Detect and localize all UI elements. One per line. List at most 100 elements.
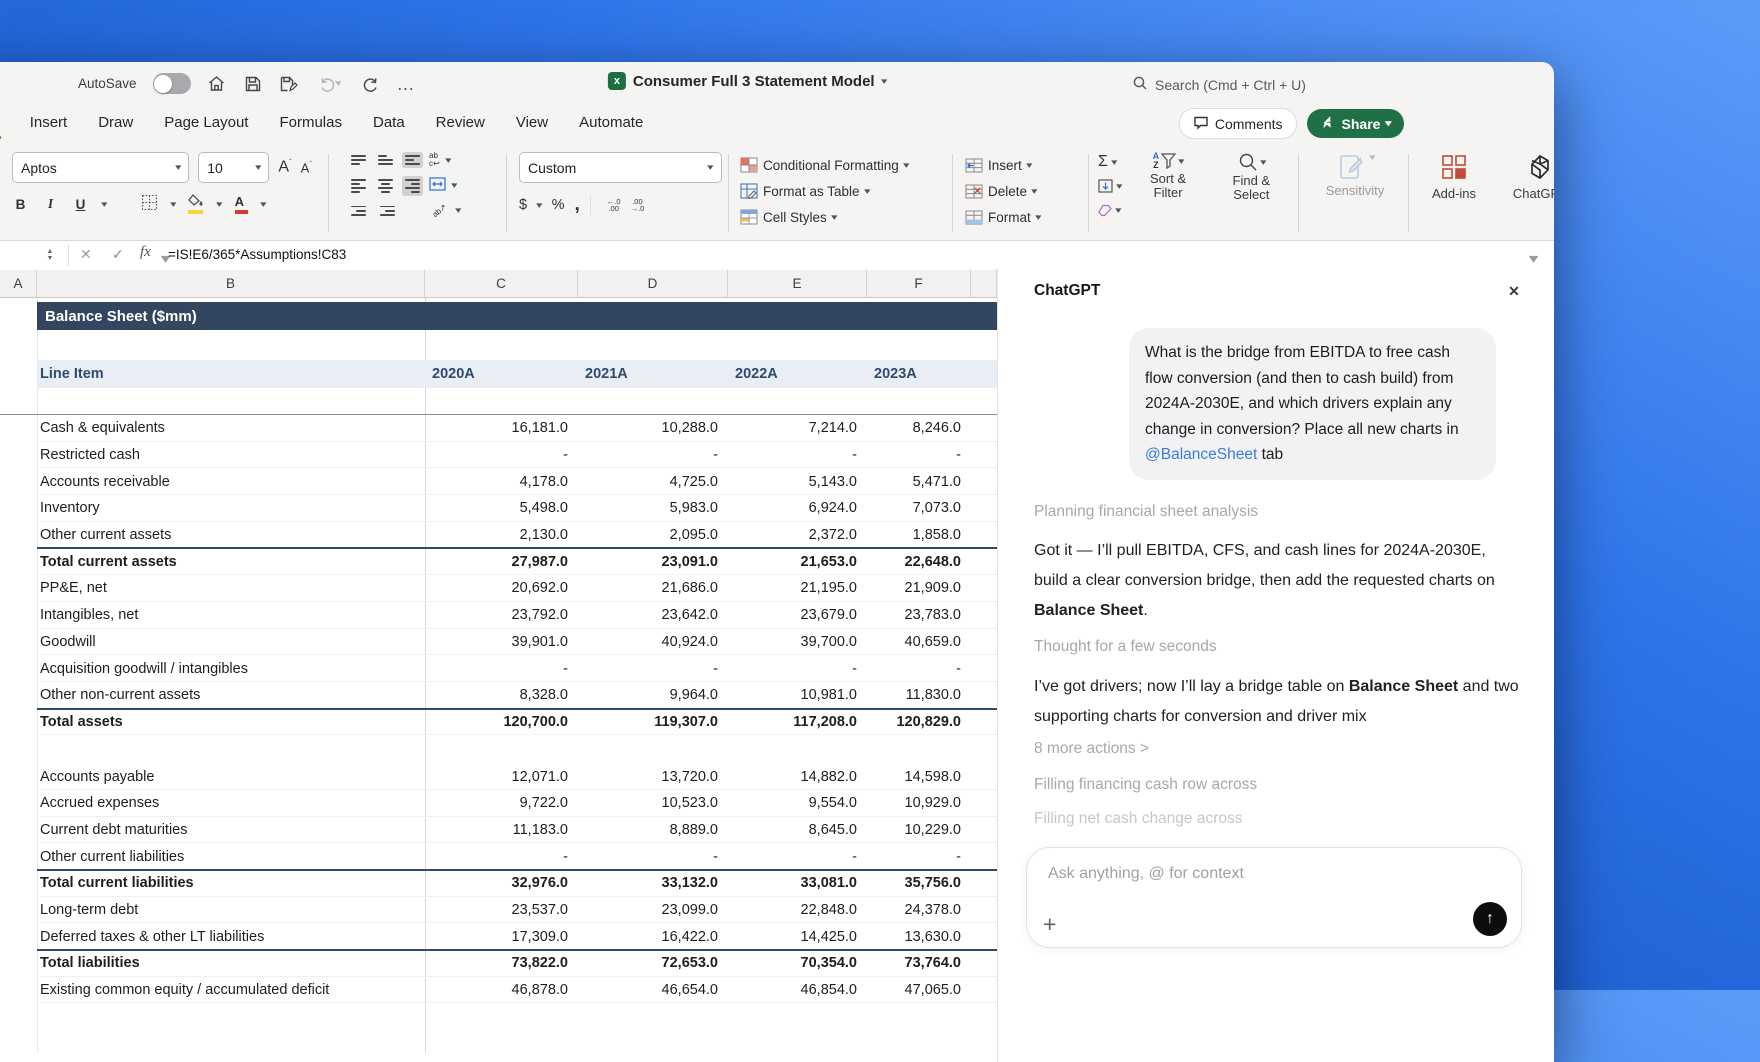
cell-2023A[interactable]: 22,648.0 (867, 554, 971, 570)
table-row[interactable] (0, 749, 997, 763)
cell-2021A[interactable]: 33,132.0 (578, 875, 728, 891)
find-select-button[interactable]: ▾ Find & Select (1215, 152, 1288, 220)
format-as-table-button[interactable]: Format as Table ▾ (740, 178, 950, 204)
send-button[interactable]: ↑ (1473, 902, 1507, 936)
title-chevron-down-icon[interactable]: ▾ (881, 76, 887, 87)
spreadsheet-grid[interactable]: A B C D E F Balance Sheet ($mm) Line Ite… (0, 268, 997, 1052)
cell-2022A[interactable]: 39,700.0 (728, 634, 867, 650)
table-row[interactable]: Existing common equity / accumulated def… (0, 977, 997, 1004)
formula-bar-expand-icon[interactable]: ▾ (1529, 250, 1539, 267)
cell-2020A[interactable]: 23,537.0 (425, 902, 578, 918)
ribbon-tab[interactable]: Page Layout (164, 114, 248, 139)
table-row[interactable]: Deferred taxes & other LT liabilities 17… (0, 923, 997, 950)
grow-font-icon[interactable]: Aˆ (278, 158, 291, 176)
cell-2021A[interactable]: - (578, 849, 728, 865)
cell-2023A[interactable]: 47,065.0 (867, 982, 971, 998)
cell-2022A[interactable]: 117,208.0 (728, 714, 867, 730)
comma-format-icon[interactable]: , (575, 195, 580, 214)
cell-2020A[interactable]: - (425, 447, 578, 463)
document-title[interactable]: Consumer Full 3 Statement Model (633, 73, 875, 90)
percent-format-icon[interactable]: % (552, 197, 565, 213)
font-size-select[interactable]: 10 ▾ (198, 152, 270, 183)
cell-2023A[interactable]: 5,471.0 (867, 474, 971, 490)
cell-2023A[interactable]: 14,598.0 (867, 769, 971, 785)
cell-2020A[interactable]: 2,130.0 (425, 527, 578, 543)
cell-2020A[interactable]: 32,976.0 (425, 875, 578, 891)
cell-2020A[interactable]: 23,792.0 (425, 607, 578, 623)
search-field[interactable]: Search (Cmd + Ctrl + U) (1132, 75, 1306, 94)
table-row[interactable]: Inventory 5,498.0 5,983.0 6,924.0 7,073.… (0, 495, 997, 522)
cell-2022A[interactable]: 7,214.0 (728, 420, 867, 436)
table-row[interactable]: Goodwill 39,901.0 40,924.0 39,700.0 40,6… (0, 629, 997, 656)
cell-2022A[interactable]: 23,679.0 (728, 607, 867, 623)
table-row[interactable]: Total current liabilities 32,976.0 33,13… (0, 869, 997, 897)
cell-2020A[interactable]: - (425, 849, 578, 865)
align-left-icon[interactable] (348, 176, 369, 196)
table-row[interactable]: Acquisition goodwill / intangibles - - -… (0, 655, 997, 682)
cell-2022A[interactable]: 9,554.0 (728, 795, 867, 811)
align-right-icon[interactable] (402, 176, 423, 196)
align-middle-icon[interactable] (375, 152, 396, 168)
cell-2022A[interactable]: 2,372.0 (728, 527, 867, 543)
align-top-icon[interactable] (348, 152, 369, 168)
cell-2023A[interactable]: 120,829.0 (867, 714, 971, 730)
home-icon[interactable] (207, 74, 227, 94)
decrease-indent-icon[interactable] (348, 203, 369, 219)
cell-2022A[interactable]: 21,195.0 (728, 580, 867, 596)
save-icon[interactable] (243, 74, 263, 94)
cell-styles-button[interactable]: Cell Styles ▾ (740, 204, 950, 230)
cell-2023A[interactable]: 24,378.0 (867, 902, 971, 918)
cell-2022A[interactable]: 14,425.0 (728, 929, 867, 945)
cell-2021A[interactable]: 16,422.0 (578, 929, 728, 945)
cell-2020A[interactable]: 9,722.0 (425, 795, 578, 811)
cell-2023A[interactable]: 21,909.0 (867, 580, 971, 596)
cell-2022A[interactable]: 10,981.0 (728, 687, 867, 703)
ribbon-tab[interactable]: View (516, 114, 548, 139)
cell-2021A[interactable]: 23,099.0 (578, 902, 728, 918)
cell-2020A[interactable]: 8,328.0 (425, 687, 578, 703)
number-format-select[interactable]: Custom ▾ (519, 152, 722, 183)
cell-2022A[interactable]: - (728, 661, 867, 677)
cell-2021A[interactable]: 10,288.0 (578, 420, 728, 436)
format-cells-button[interactable]: Format ▾ (965, 204, 1085, 230)
currency-format-icon[interactable]: $ (519, 197, 527, 213)
cell-2020A[interactable]: 12,071.0 (425, 769, 578, 785)
table-row[interactable]: Accounts payable 12,071.0 13,720.0 14,88… (0, 763, 997, 790)
chat-input[interactable]: Ask anything, @ for context + ↑ (1026, 847, 1522, 948)
cell-2022A[interactable]: 33,081.0 (728, 875, 867, 891)
table-row[interactable]: Total current assets 27,987.0 23,091.0 2… (0, 547, 997, 575)
orientation-icon[interactable]: ab↗ (431, 202, 449, 219)
table-row[interactable]: Total liabilities 73,822.0 72,653.0 70,3… (0, 949, 997, 977)
cell-2022A[interactable]: - (728, 447, 867, 463)
undo-icon[interactable]: ▾ (315, 74, 345, 94)
ribbon-tab[interactable]: Review (436, 114, 485, 139)
cell-2021A[interactable]: 5,983.0 (578, 500, 728, 516)
cell-2023A[interactable]: 40,659.0 (867, 634, 971, 650)
cell-2020A[interactable]: 11,183.0 (425, 822, 578, 838)
cell-2020A[interactable]: 4,178.0 (425, 474, 578, 490)
column-header[interactable]: B (37, 270, 425, 297)
cell-2021A[interactable]: 40,924.0 (578, 634, 728, 650)
column-header[interactable]: E (728, 270, 867, 297)
cell-2023A[interactable]: - (867, 447, 971, 463)
table-row[interactable]: Current debt maturities 11,183.0 8,889.0… (0, 817, 997, 844)
cell-2021A[interactable]: - (578, 661, 728, 677)
cell-2022A[interactable]: 22,848.0 (728, 902, 867, 918)
close-icon[interactable]: ✕ (1503, 280, 1525, 302)
column-header[interactable] (971, 270, 997, 297)
cell-2022A[interactable]: 14,882.0 (728, 769, 867, 785)
cell-2020A[interactable]: 39,901.0 (425, 634, 578, 650)
add-ins-button[interactable]: Add-ins (1418, 152, 1490, 201)
table-row[interactable]: Long-term debt 23,537.0 23,099.0 22,848.… (0, 897, 997, 924)
table-row[interactable]: Total assets 120,700.0 119,307.0 117,208… (0, 707, 997, 736)
cell-2021A[interactable]: 10,523.0 (578, 795, 728, 811)
table-row[interactable]: Other current assets 2,130.0 2,095.0 2,3… (0, 522, 997, 549)
autosave-toggle[interactable] (152, 73, 191, 94)
table-row[interactable]: Cash & equivalents 16,181.0 10,288.0 7,2… (0, 415, 997, 442)
more-actions-link[interactable]: 8 more actions > (1034, 740, 1149, 758)
merge-center-icon[interactable] (429, 177, 446, 194)
cell-2022A[interactable]: 8,645.0 (728, 822, 867, 838)
cell-2020A[interactable]: 5,498.0 (425, 500, 578, 516)
share-button[interactable]: Share ▾ (1306, 109, 1404, 138)
cell-2022A[interactable]: 70,354.0 (728, 955, 867, 971)
